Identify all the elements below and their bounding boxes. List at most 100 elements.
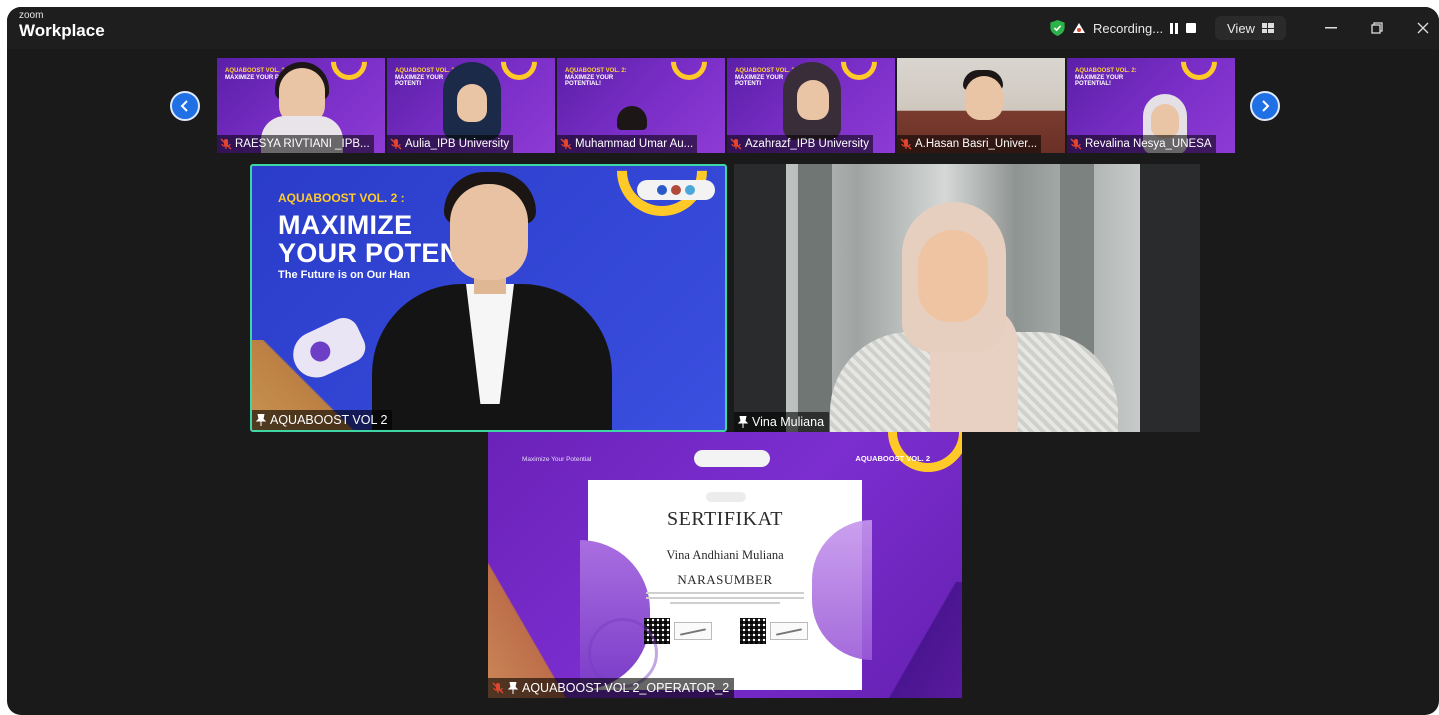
participant-face xyxy=(965,76,1003,120)
participant-name-label: RAESYA RIVTIANI _IPB... xyxy=(217,135,374,153)
gallery-strip: AQUABOOST VOL. 2: MAXIMIZE YOUR POTE RAES… xyxy=(217,58,1235,153)
thumb-banner-headline: MAXIMIZE YOUR POTENTI xyxy=(395,74,444,88)
app-brand: zoom Workplace xyxy=(19,10,105,40)
participant-name-label: Vina Muliana xyxy=(734,412,830,432)
participant-name: RAESYA RIVTIANI _IPB... xyxy=(235,138,370,150)
participant-name-label: AQUABOOST VOL 2 xyxy=(252,410,393,430)
banner-shape xyxy=(882,582,962,698)
chevron-right-icon xyxy=(1262,100,1270,112)
brand-zoom: zoom xyxy=(19,10,44,21)
speaker-face xyxy=(918,230,988,322)
thumb-banner-sub: AQUABOOST VOL. 2: xyxy=(735,68,797,74)
pin-icon xyxy=(508,682,518,694)
banner-arc xyxy=(493,58,545,88)
participant-thumbnail[interactable]: AQUABOOST VOL. 2: MAXIMIZE YOUR POTENTIAL… xyxy=(557,58,725,153)
certificate-logo xyxy=(706,492,746,502)
pin-icon xyxy=(256,414,266,426)
background-pillar xyxy=(798,164,832,432)
grid-view-icon xyxy=(1261,23,1274,33)
thumb-banner-sub: AQUABOOST VOL. 2: xyxy=(395,68,457,74)
mic-off-icon xyxy=(220,138,232,150)
shield-check-icon xyxy=(1050,20,1065,36)
certificate-body-text xyxy=(646,592,804,604)
video-tile-operator[interactable]: Maximize Your Potential AQUABOOST VOL. 2… xyxy=(488,432,962,698)
thumb-banner-headline: MAXIMIZE YOUR POTENTI xyxy=(735,74,784,88)
pause-recording-icon[interactable] xyxy=(1170,22,1179,34)
participant-face xyxy=(797,80,829,120)
participant-name: AQUABOOST VOL 2_OPERATOR_2 xyxy=(522,681,730,695)
banner-slogan: Maximize Your Potential xyxy=(522,456,592,463)
banner-event-name: AQUABOOST VOL. 2 xyxy=(855,454,930,463)
participant-name: Revalina Nesya_UNESA xyxy=(1085,138,1212,150)
banner-tagline: The Future is on Our Han xyxy=(278,269,411,282)
pin-icon xyxy=(738,416,748,428)
gallery-next-button[interactable] xyxy=(1250,91,1280,121)
video-tile-vina-muliana[interactable]: Vina Muliana xyxy=(734,164,1200,432)
view-label: View xyxy=(1227,20,1255,36)
participant-video xyxy=(617,106,647,130)
mic-off-icon xyxy=(730,138,742,150)
participant-name: A.Hasan Basri_Univer... xyxy=(915,138,1038,150)
participant-name-label: A.Hasan Basri_Univer... xyxy=(897,135,1042,153)
qr-code xyxy=(740,618,766,644)
minimize-icon[interactable] xyxy=(1323,20,1339,36)
brand-workplace: Workplace xyxy=(19,21,105,40)
sponsor-logos xyxy=(637,180,715,200)
thumb-banner-text: AQUABOOST VOL. 2: MAXIMIZE YOUR POTENTIAL… xyxy=(565,68,635,88)
mic-off-icon xyxy=(560,138,572,150)
banner-arc xyxy=(1173,58,1225,88)
certificate-title: SERTIFIKAT xyxy=(666,508,784,530)
banner-arc xyxy=(833,58,885,88)
mic-off-icon xyxy=(390,138,402,150)
participant-thumbnail[interactable]: A.Hasan Basri_Univer... xyxy=(897,58,1065,153)
stop-recording-icon[interactable] xyxy=(1186,23,1197,33)
mic-off-icon xyxy=(1070,138,1082,150)
banner-title-line-2: YOUR POTENT xyxy=(278,237,477,268)
participant-thumbnail[interactable]: AQUABOOST VOL. 2: MAXIMIZE YOUR POTE RAES… xyxy=(217,58,385,153)
participant-thumbnail[interactable]: AQUABOOST VOL. 2: MAXIMIZE YOUR POTENTIAL… xyxy=(1067,58,1235,153)
zoom-window: zoom Workplace Recording... View AQUABOO… xyxy=(7,7,1439,715)
mic-off-icon xyxy=(492,682,504,694)
participant-name-label: AQUABOOST VOL 2_OPERATOR_2 xyxy=(488,678,735,698)
participant-name-label: Revalina Nesya_UNESA xyxy=(1067,135,1216,153)
mic-off-icon xyxy=(900,138,912,150)
banner-shape xyxy=(488,552,578,698)
thumb-banner-sub: AQUABOOST VOL. 2: xyxy=(565,68,627,74)
gallery-prev-button[interactable] xyxy=(170,91,200,121)
certificate-recipient: Vina Andhiani Muliana xyxy=(666,548,784,562)
participant-face xyxy=(457,84,487,122)
thumb-banner-text: AQUABOOST VOL. 2: MAXIMIZE YOUR POTENTIAL… xyxy=(1075,68,1145,88)
certificate-decoration xyxy=(812,520,872,660)
close-icon[interactable] xyxy=(1415,20,1431,36)
participant-name: AQUABOOST VOL 2 xyxy=(270,413,388,427)
participant-name-label: Azahrazf_IPB University xyxy=(727,135,873,153)
participant-name: Vina Muliana xyxy=(752,415,825,429)
banner-arc xyxy=(323,58,375,88)
cloud-icon xyxy=(1073,23,1085,33)
banner-arc xyxy=(663,58,715,88)
speaker-face xyxy=(450,184,528,280)
thumb-banner-sub: AQUABOOST VOL. 2: xyxy=(1075,68,1137,74)
recording-status: Recording... xyxy=(1050,17,1197,39)
thumb-banner-sub: AQUABOOST VOL. 2: xyxy=(225,68,287,74)
view-button[interactable]: View xyxy=(1215,16,1286,40)
participant-name: Aulia_IPB University xyxy=(405,138,510,150)
participant-name-label: Aulia_IPB University xyxy=(387,135,514,153)
title-bar: zoom Workplace Recording... View xyxy=(7,7,1439,49)
participant-name: Muhammad Umar Au... xyxy=(575,138,694,150)
restore-icon[interactable] xyxy=(1369,20,1385,36)
signature xyxy=(770,622,808,640)
participant-name: Azahrazf_IPB University xyxy=(745,138,869,150)
participant-thumbnail[interactable]: AQUABOOST VOL. 2: MAXIMIZE YOUR POTENTI A… xyxy=(387,58,555,153)
sponsor-logos xyxy=(694,450,770,467)
participant-thumbnail[interactable]: AQUABOOST VOL. 2: MAXIMIZE YOUR POTENTI A… xyxy=(727,58,895,153)
video-tile-aquaboost[interactable]: AQUABOOST VOL. 2 : MAXIMIZE YOUR POTENT … xyxy=(250,164,727,432)
chevron-left-icon xyxy=(180,100,188,112)
participant-name-label: Muhammad Umar Au... xyxy=(557,135,698,153)
signature xyxy=(674,622,712,640)
thumb-banner-headline: MAXIMIZE YOUR POTENTIAL! xyxy=(565,74,614,88)
recording-label: Recording... xyxy=(1093,20,1164,36)
certificate-role: NARASUMBER xyxy=(677,572,773,587)
participant-face xyxy=(1151,104,1179,138)
thumb-banner-headline: MAXIMIZE YOUR POTENTIAL! xyxy=(1075,74,1124,88)
